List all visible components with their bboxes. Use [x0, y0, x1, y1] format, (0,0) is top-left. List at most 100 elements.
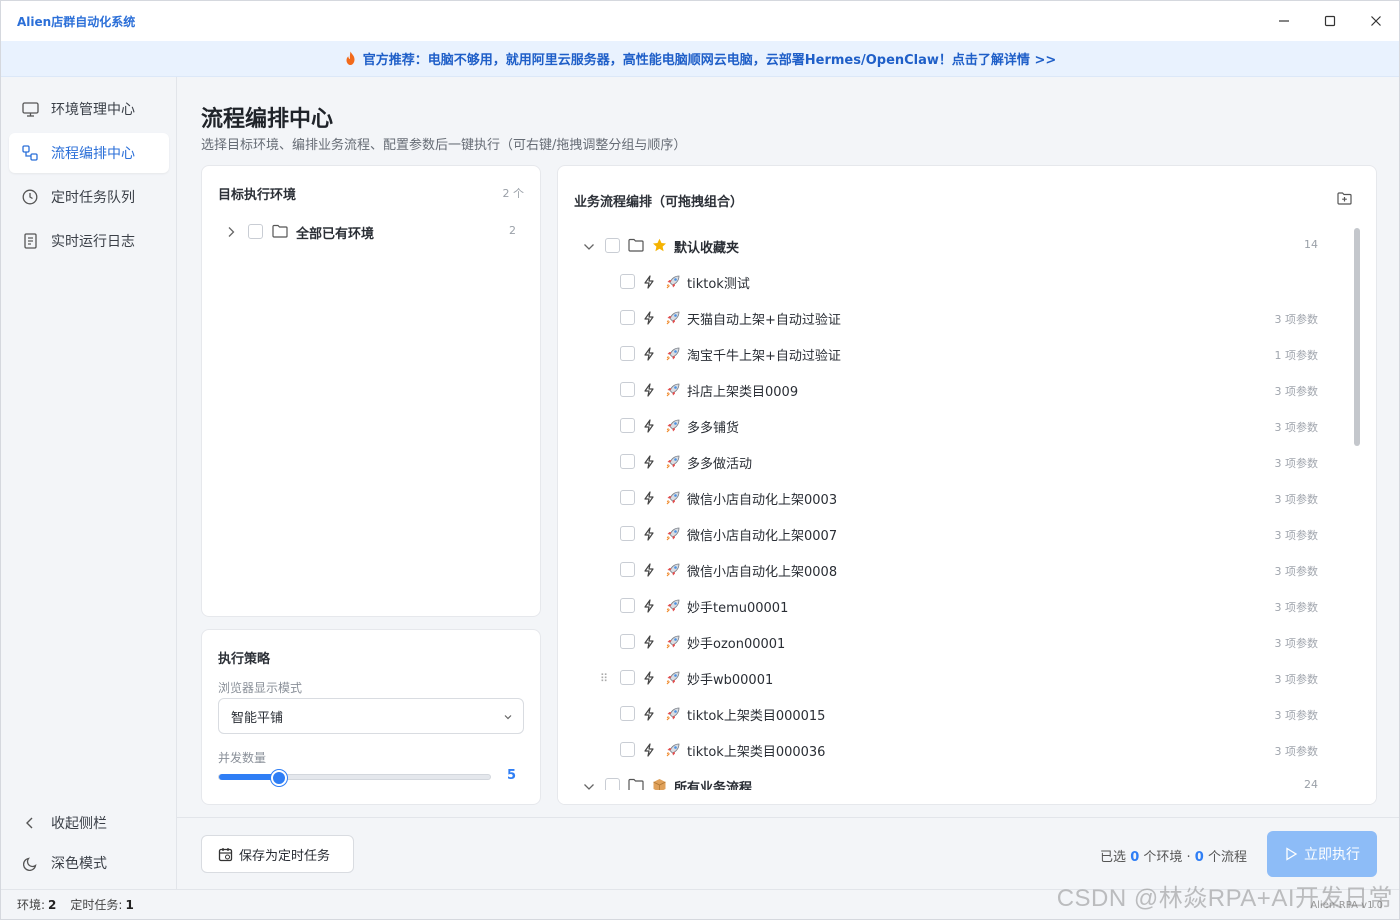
- flow-params: 3 项参数: [1274, 745, 1319, 758]
- flow-checkbox[interactable]: [620, 274, 635, 289]
- close-button[interactable]: [1353, 1, 1399, 41]
- run-now-label: 立即执行: [1304, 847, 1360, 863]
- rocket-icon: [665, 274, 681, 290]
- chevron-right-icon[interactable]: [226, 226, 236, 238]
- concurrency-label: 并发数量: [218, 751, 267, 765]
- rocket-icon: [665, 382, 681, 398]
- folder-row-favorites[interactable]: 默认收藏夹 14: [558, 228, 1348, 264]
- flow-checkbox[interactable]: [620, 598, 635, 613]
- chevron-down-icon[interactable]: [583, 241, 595, 256]
- rocket-icon: [665, 598, 681, 614]
- flow-checkbox[interactable]: [620, 418, 635, 433]
- add-folder-icon[interactable]: [1337, 192, 1352, 209]
- rocket-icon: [665, 454, 681, 470]
- sidebar-item-flow[interactable]: 流程编排中心: [9, 133, 169, 173]
- flow-name: 妙手ozon00001: [687, 637, 786, 652]
- rocket-icon: [665, 310, 681, 326]
- strategy-panel: 执行策略 浏览器显示模式 智能平铺 并发数量 5: [201, 629, 541, 805]
- run-now-button[interactable]: 立即执行: [1267, 831, 1377, 877]
- flow-checkbox[interactable]: [620, 526, 635, 541]
- env-group-row[interactable]: 全部已有环境 2: [226, 214, 526, 250]
- flow-params: 3 项参数: [1274, 601, 1319, 614]
- flow-row[interactable]: ⠿ 妙手wb00001 3 项参数: [558, 660, 1348, 696]
- flow-params: 3 项参数: [1274, 565, 1319, 578]
- flow-checkbox[interactable]: [620, 490, 635, 505]
- flow-params: 3 项参数: [1274, 529, 1319, 542]
- list-clip: [558, 790, 1376, 804]
- rocket-icon: [665, 706, 681, 722]
- promo-banner[interactable]: 官方推荐：电脑不够用，就用阿里云服务器，高性能电脑顺网云电脑，云部署Hermes…: [1, 41, 1399, 77]
- flow-name: 多多做活动: [687, 457, 753, 472]
- bolt-icon: [642, 563, 656, 577]
- rocket-icon: [665, 418, 681, 434]
- flow-name: 淘宝千牛上架+自动过验证: [687, 349, 841, 364]
- flow-row[interactable]: tiktok上架类目000036 3 项参数: [558, 732, 1348, 768]
- flow-params: 1 项参数: [1274, 349, 1319, 362]
- folder-count: 14: [1304, 238, 1318, 251]
- flow-checkbox[interactable]: [620, 742, 635, 757]
- concurrency-slider-thumb[interactable]: [271, 770, 288, 786]
- flow-checkbox[interactable]: [620, 346, 635, 361]
- flow-row[interactable]: 多多铺货 3 项参数: [558, 408, 1348, 444]
- play-icon: [1284, 847, 1298, 861]
- env-group-label: 全部已有环境: [296, 227, 375, 242]
- flow-row[interactable]: 微信小店自动化上架0003 3 项参数: [558, 480, 1348, 516]
- save-schedule-button[interactable]: 保存为定时任务: [201, 835, 354, 873]
- flow-row[interactable]: 妙手ozon00001 3 项参数: [558, 624, 1348, 660]
- sidebar-item-logs[interactable]: 实时运行日志: [9, 221, 169, 261]
- rocket-icon: [665, 670, 681, 686]
- flow-row[interactable]: 妙手temu00001 3 项参数: [558, 588, 1348, 624]
- collapse-sidebar-button[interactable]: 收起侧栏: [9, 803, 169, 843]
- flow-row[interactable]: 微信小店自动化上架0007 3 项参数: [558, 516, 1348, 552]
- browser-mode-select[interactable]: 智能平铺: [218, 698, 524, 734]
- flow-params: 3 项参数: [1274, 313, 1319, 326]
- flow-checkbox[interactable]: [620, 382, 635, 397]
- concurrency-slider-fill: [219, 774, 280, 780]
- sidebar-item-label: 定时任务队列: [51, 190, 135, 206]
- bolt-icon: [642, 635, 656, 649]
- flow-row[interactable]: 多多做活动 3 项参数: [558, 444, 1348, 480]
- flow-checkbox[interactable]: [620, 310, 635, 325]
- flow-params: 3 项参数: [1274, 457, 1319, 470]
- page-subtitle: 选择目标环境、编排业务流程、配置参数后一键执行（可右键/拖拽调整分组与顺序）: [201, 138, 687, 153]
- selected-suffix: 个流程: [1207, 850, 1247, 865]
- sidebar-item-label: 环境管理中心: [51, 102, 135, 118]
- minimize-button[interactable]: [1261, 1, 1307, 41]
- sidebar: 环境管理中心 流程编排中心 定时任务队列 实时运行日志 收起侧栏 深色模式: [1, 77, 177, 889]
- flow-checkbox[interactable]: [620, 670, 635, 685]
- calendar-icon: [218, 847, 233, 862]
- flow-name: 微信小店自动化上架0007: [687, 529, 838, 544]
- flow-row[interactable]: tiktok上架类目000015 3 项参数: [558, 696, 1348, 732]
- concurrency-slider[interactable]: [218, 770, 491, 786]
- sidebar-item-env[interactable]: 环境管理中心: [9, 89, 169, 129]
- maximize-button[interactable]: [1307, 1, 1353, 41]
- sidebar-item-label: 实时运行日志: [51, 234, 135, 250]
- flow-checkbox[interactable]: [620, 562, 635, 577]
- flow-checkbox[interactable]: [620, 706, 635, 721]
- flow-name: 妙手wb00001: [687, 673, 774, 688]
- sidebar-item-label: 流程编排中心: [51, 146, 135, 162]
- flow-row[interactable]: 微信小店自动化上架0008 3 项参数: [558, 552, 1348, 588]
- flow-name: 微信小店自动化上架0003: [687, 493, 838, 508]
- flow-params: 3 项参数: [1274, 709, 1319, 722]
- flow-name: 多多铺货: [687, 421, 740, 436]
- flow-row[interactable]: 抖店上架类目0009 3 项参数: [558, 372, 1348, 408]
- sidebar-item-schedule[interactable]: 定时任务队列: [9, 177, 169, 217]
- fire-icon: [344, 51, 357, 66]
- flow-row[interactable]: 天猫自动上架+自动过验证 3 项参数: [558, 300, 1348, 336]
- env-panel-title: 目标执行环境: [218, 188, 297, 203]
- flow-icon: [21, 144, 39, 162]
- env-group-checkbox[interactable]: [248, 224, 263, 239]
- drag-handle-icon[interactable]: ⠿: [600, 672, 608, 685]
- flow-row[interactable]: 淘宝千牛上架+自动过验证 1 项参数: [558, 336, 1348, 372]
- flow-checkbox[interactable]: [620, 634, 635, 649]
- save-schedule-label: 保存为定时任务: [239, 848, 331, 864]
- chevron-left-icon: [21, 814, 39, 832]
- folder-checkbox[interactable]: [605, 238, 620, 253]
- folder-icon: [272, 224, 288, 242]
- flow-checkbox[interactable]: [620, 454, 635, 469]
- dark-mode-button[interactable]: 深色模式: [9, 843, 169, 883]
- flows-scrollbar[interactable]: [1354, 228, 1360, 446]
- bolt-icon: [642, 419, 656, 433]
- flow-row[interactable]: tiktok测试: [558, 264, 1348, 300]
